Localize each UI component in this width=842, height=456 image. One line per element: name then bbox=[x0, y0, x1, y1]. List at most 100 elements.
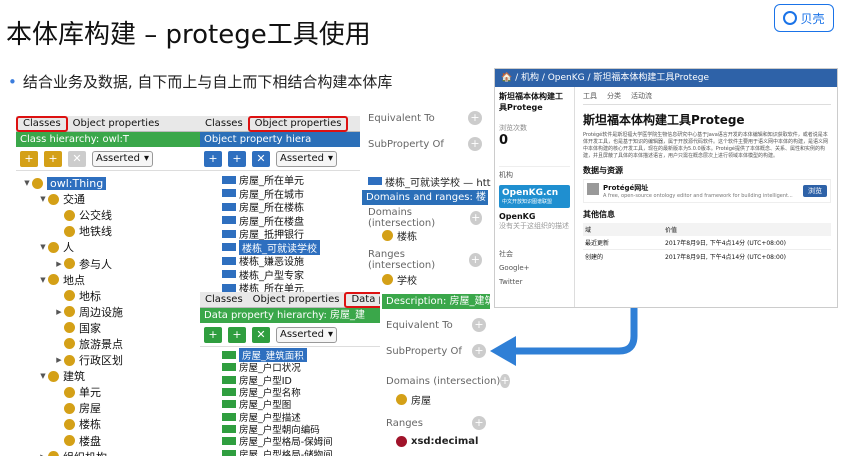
expand-toggle-icon[interactable]: ▼ bbox=[38, 372, 48, 380]
add-data-subproperty-icon[interactable]: + bbox=[204, 326, 222, 343]
property-type-icon bbox=[368, 177, 382, 185]
class-dot-icon bbox=[32, 177, 43, 189]
web-resource-name[interactable]: Protégé网址 bbox=[603, 183, 793, 193]
class-dot-icon bbox=[48, 241, 59, 253]
object-property-item[interactable]: 楼栋_可就读学校 bbox=[222, 239, 360, 255]
bullet-label: 结合业务及数据, 自下而上与自上而下相结合构建本体库 bbox=[22, 73, 393, 91]
delete-property-icon[interactable]: ✕ bbox=[252, 150, 270, 167]
object-property-item[interactable]: 房屋_所在楼盘 bbox=[222, 214, 360, 228]
class-tree-item[interactable]: ▼ owl:Thing bbox=[16, 175, 200, 191]
data-property-item[interactable]: 房屋_户型图 bbox=[222, 398, 380, 411]
add-equivalent-icon[interactable]: + bbox=[468, 111, 482, 125]
collapse-toggle-icon[interactable]: ▶ bbox=[54, 308, 64, 316]
data-property-item[interactable]: 房屋_户型朝向编码 bbox=[222, 423, 380, 436]
class-tree-item[interactable]: ▼ 交通 bbox=[16, 191, 200, 207]
class-tree-item[interactable]: ▼ 人 bbox=[16, 239, 200, 255]
data-property-item[interactable]: 房屋_户型ID bbox=[222, 374, 380, 387]
class-tree-item[interactable]: ▼ 建筑 bbox=[16, 368, 200, 384]
tab-classes[interactable]: Classes bbox=[200, 116, 248, 132]
add-subproperty-icon[interactable]: + bbox=[204, 150, 222, 167]
add-subclass-icon[interactable]: + bbox=[20, 150, 38, 167]
class-tree-item[interactable]: ▶ 行政区划 bbox=[16, 352, 200, 368]
add-range-icon[interactable]: + bbox=[472, 416, 486, 430]
tab-object-properties[interactable]: Object properties bbox=[248, 292, 345, 308]
collapse-toggle-icon[interactable]: ▶ bbox=[38, 453, 48, 456]
openkg-logo[interactable]: OpenKG.cn 中文开放知识图谱联盟 bbox=[499, 185, 570, 208]
class-tree-item[interactable]: 旅游景点 bbox=[16, 336, 200, 352]
add-range-icon[interactable]: + bbox=[468, 253, 482, 267]
class-tree-item[interactable]: ▼ 地点 bbox=[16, 272, 200, 288]
object-property-item[interactable]: 房屋_抵押银行 bbox=[222, 227, 360, 241]
web-social-google[interactable]: Google+ bbox=[499, 261, 570, 275]
data-property-item[interactable]: 房屋_户型格局-储物间 bbox=[222, 447, 380, 456]
tab-data-properties[interactable]: Data properties bbox=[344, 292, 380, 308]
collapse-toggle-icon[interactable]: ▶ bbox=[54, 260, 64, 268]
web-table-head-field: 域 bbox=[585, 227, 592, 234]
data-property-item[interactable]: 房屋_户型名称 bbox=[222, 386, 380, 399]
object-property-item[interactable]: 房屋_所在城市 bbox=[222, 187, 360, 201]
data-property-icon bbox=[222, 400, 236, 409]
class-tree-item[interactable]: ▶ 周边设施 bbox=[16, 304, 200, 320]
web-resource-desc: A free, open-source ontology editor and … bbox=[603, 193, 793, 199]
data-property-item[interactable]: 房屋_户型格局-保姆间 bbox=[222, 435, 380, 448]
expand-toggle-icon[interactable]: ▼ bbox=[38, 243, 48, 251]
tab-object-properties[interactable]: Object properties bbox=[247, 116, 349, 132]
object-property-item[interactable]: 房屋_所在楼栋 bbox=[222, 200, 360, 214]
data-property-item[interactable]: 房屋_户口状况 bbox=[222, 361, 380, 374]
class-dot-icon bbox=[48, 451, 59, 456]
class-dot-icon bbox=[64, 258, 75, 270]
datatype-dot-icon bbox=[396, 435, 407, 447]
add-sibling-icon[interactable]: + bbox=[44, 150, 62, 167]
web-resource-browse-button[interactable]: 浏览 bbox=[803, 185, 827, 197]
class-tree-item[interactable]: 房屋 bbox=[16, 400, 200, 416]
add-subproperty-of-icon[interactable]: + bbox=[468, 137, 482, 151]
data-property-label: 房屋_户型格局-储物间 bbox=[239, 449, 333, 456]
web-tab-activity[interactable]: 活动流 bbox=[631, 91, 652, 101]
domain-value: 楼栋 bbox=[397, 231, 417, 243]
tab-classes[interactable]: Classes bbox=[200, 292, 248, 308]
object-property-item[interactable]: 楼栋_嫌恶设施 bbox=[222, 254, 360, 268]
data-property-icon bbox=[222, 437, 236, 446]
expand-toggle-icon[interactable]: ▼ bbox=[38, 276, 48, 284]
web-main: 工具 分类 活动流 斯坦福本体构建工具Protege Protégé软件是斯坦福… bbox=[577, 87, 837, 307]
class-tree-item[interactable]: ▶ 参与人 bbox=[16, 255, 200, 271]
openkg-logo-text: OpenKG.cn bbox=[502, 188, 559, 198]
web-social-twitter[interactable]: Twitter bbox=[499, 275, 570, 289]
object-property-item[interactable]: 楼栋_户型专家 bbox=[222, 268, 360, 282]
class-tree-item[interactable]: 地铁线 bbox=[16, 223, 200, 239]
web-tab-categories[interactable]: 分类 bbox=[607, 91, 621, 101]
data-property-item[interactable]: 房屋_建筑面积 bbox=[222, 348, 380, 363]
object-property-item[interactable]: 房屋_所在单元 bbox=[222, 173, 360, 187]
web-tab-tools[interactable]: 工具 bbox=[583, 91, 597, 101]
class-tree-item[interactable]: ▶ 组织机构 bbox=[16, 449, 200, 456]
class-tree-label: 房屋 bbox=[79, 402, 101, 416]
class-tree-item[interactable]: 地标 bbox=[16, 288, 200, 304]
delete-class-icon[interactable]: ✕ bbox=[68, 150, 86, 167]
flow-arrow-icon bbox=[490, 308, 638, 366]
asserted-dropdown[interactable]: Asserted ▾ bbox=[276, 150, 337, 167]
object-property-header: Object property hiera bbox=[200, 132, 360, 147]
delete-data-property-icon[interactable]: ✕ bbox=[252, 326, 270, 343]
object-property-item[interactable]: 楼栋_所在单元 bbox=[222, 281, 360, 292]
add-domain-icon[interactable]: + bbox=[469, 211, 482, 225]
add-domain-icon[interactable]: + bbox=[500, 374, 510, 388]
data-property-icon bbox=[222, 388, 236, 397]
add-sibling-property-icon[interactable]: + bbox=[228, 150, 246, 167]
add-data-sibling-icon[interactable]: + bbox=[228, 326, 246, 343]
expand-toggle-icon[interactable]: ▼ bbox=[38, 195, 48, 203]
class-hierarchy-header: Class hierarchy: owl:T bbox=[16, 132, 200, 147]
tab-classes[interactable]: Classes bbox=[16, 116, 68, 132]
class-tree-item[interactable]: 公交线 bbox=[16, 207, 200, 223]
data-property-item[interactable]: 房屋_户型描述 bbox=[222, 410, 380, 424]
class-tree-label: 行政区划 bbox=[79, 354, 123, 368]
expand-toggle-icon[interactable]: ▼ bbox=[22, 179, 32, 187]
collapse-toggle-icon[interactable]: ▶ bbox=[54, 356, 64, 364]
class-tree-item[interactable]: 单元 bbox=[16, 384, 200, 400]
asserted-dropdown[interactable]: Asserted ▾ bbox=[92, 150, 153, 167]
tab-object-properties[interactable]: Object properties bbox=[68, 116, 165, 132]
class-tree-item[interactable]: 楼栋 bbox=[16, 416, 200, 432]
class-tree-item[interactable]: 楼盘 bbox=[16, 433, 200, 449]
asserted-dropdown[interactable]: Asserted ▾ bbox=[276, 326, 337, 343]
class-tree-item[interactable]: 国家 bbox=[16, 320, 200, 336]
chevron-down-icon: ▾ bbox=[327, 328, 333, 340]
